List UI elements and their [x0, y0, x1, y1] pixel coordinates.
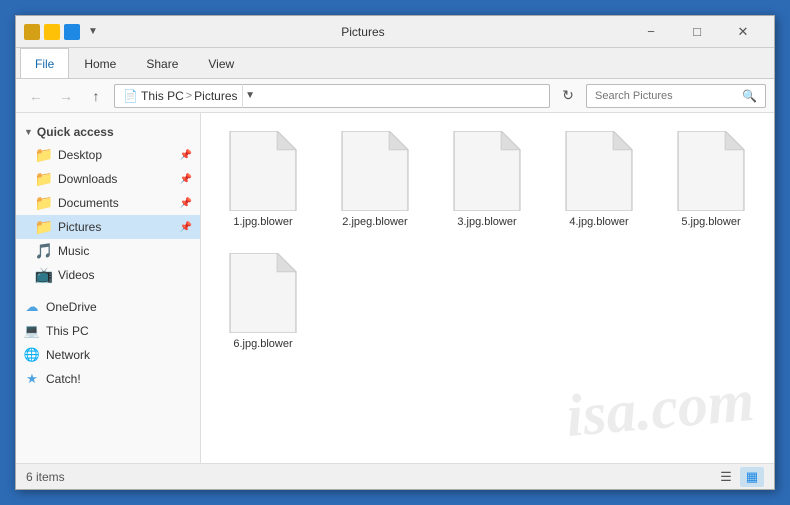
- pictures-folder-icon: 📁: [36, 219, 52, 235]
- title-bar: ▼ Pictures − □ ✕: [16, 16, 774, 48]
- address-dropdown: ▼: [242, 84, 258, 108]
- file-icon-1: [228, 131, 298, 211]
- view-grid-button[interactable]: ▦: [740, 467, 764, 487]
- quick-access-icon-3: [64, 24, 80, 40]
- downloads-pin-icon: 📌: [180, 174, 192, 185]
- sidebar-item-documents-label: Documents: [58, 196, 119, 210]
- refresh-button[interactable]: ↻: [556, 84, 580, 108]
- forward-button[interactable]: →: [54, 84, 78, 108]
- path-sep-1: >: [186, 90, 192, 102]
- sidebar-item-catch-label: Catch!: [46, 372, 81, 386]
- sidebar-item-onedrive-label: OneDrive: [46, 300, 97, 314]
- file-name-2: 2.jpeg.blower: [342, 215, 407, 229]
- status-item-count: 6 items: [26, 470, 714, 484]
- desktop-pin-icon: 📌: [180, 150, 192, 161]
- quick-access-chevron: ▼: [24, 127, 33, 137]
- file-name-5: 5.jpg.blower: [681, 215, 740, 229]
- back-button[interactable]: ←: [24, 84, 48, 108]
- file-name-1: 1.jpg.blower: [233, 215, 292, 229]
- watermark: isa.com: [563, 366, 757, 451]
- address-dropdown-btn[interactable]: ▼: [242, 84, 258, 108]
- sidebar-item-thispc[interactable]: 💻 This PC: [16, 319, 200, 343]
- sidebar-item-network-label: Network: [46, 348, 90, 362]
- quick-access-label: Quick access: [37, 125, 114, 139]
- tab-file[interactable]: File: [20, 48, 69, 78]
- desktop-folder-icon: 📁: [36, 147, 52, 163]
- file-icon-5: [676, 131, 746, 211]
- sidebar: ▼ Quick access 📁 Desktop 📌 📁 Downloads 📌…: [16, 113, 201, 463]
- minimize-button[interactable]: −: [628, 16, 674, 48]
- list-item[interactable]: 1.jpg.blower: [213, 125, 313, 235]
- up-button[interactable]: ↑: [84, 84, 108, 108]
- quick-access-icon-1: [24, 24, 40, 40]
- address-path-items: 📄 This PC > Pictures: [123, 89, 238, 103]
- catch-icon: ★: [24, 371, 40, 387]
- file-icon-6: [228, 253, 298, 333]
- videos-folder-icon: 📺: [36, 267, 52, 283]
- search-box: 🔍: [586, 84, 766, 108]
- sidebar-item-pictures[interactable]: 📁 Pictures 📌: [16, 215, 200, 239]
- sidebar-item-desktop[interactable]: 📁 Desktop 📌: [16, 143, 200, 167]
- sidebar-item-downloads[interactable]: 📁 Downloads 📌: [16, 167, 200, 191]
- list-item[interactable]: 5.jpg.blower: [661, 125, 761, 235]
- sidebar-item-downloads-label: Downloads: [58, 172, 117, 186]
- sidebar-section-quick-access[interactable]: ▼ Quick access: [16, 121, 200, 143]
- music-folder-icon: 🎵: [36, 243, 52, 259]
- tab-view[interactable]: View: [193, 48, 249, 78]
- tab-share[interactable]: Share: [131, 48, 193, 78]
- file-icon-4: [564, 131, 634, 211]
- address-bar: ← → ↑ 📄 This PC > Pictures ▼ ↻ 🔍: [16, 79, 774, 113]
- thispc-icon: 💻: [24, 323, 40, 339]
- address-path[interactable]: 📄 This PC > Pictures ▼: [114, 84, 550, 108]
- file-icon-3: [452, 131, 522, 211]
- file-name-4: 4.jpg.blower: [569, 215, 628, 229]
- sidebar-item-videos-label: Videos: [58, 268, 94, 282]
- title-controls: − □ ✕: [628, 16, 766, 48]
- documents-folder-icon: 📁: [36, 195, 52, 211]
- window-title: Pictures: [98, 25, 628, 39]
- view-list-button[interactable]: ☰: [714, 467, 738, 487]
- file-name-3: 3.jpg.blower: [457, 215, 516, 229]
- sidebar-item-thispc-label: This PC: [46, 324, 89, 338]
- sidebar-item-pictures-label: Pictures: [58, 220, 101, 234]
- file-name-6: 6.jpg.blower: [233, 337, 292, 351]
- main-content: ▼ Quick access 📁 Desktop 📌 📁 Downloads 📌…: [16, 113, 774, 463]
- quick-access-icon-2: [44, 24, 60, 40]
- file-grid: 1.jpg.blower 2.jpeg.blower: [213, 125, 762, 358]
- onedrive-icon: ☁: [24, 299, 40, 315]
- file-area: 1.jpg.blower 2.jpeg.blower: [201, 113, 774, 463]
- sidebar-item-desktop-label: Desktop: [58, 148, 102, 162]
- list-item[interactable]: 2.jpeg.blower: [325, 125, 425, 235]
- search-icon[interactable]: 🔍: [742, 89, 757, 103]
- path-item-pictures: Pictures: [194, 89, 237, 103]
- sidebar-item-videos[interactable]: 📺 Videos: [16, 263, 200, 287]
- list-item[interactable]: 6.jpg.blower: [213, 247, 313, 357]
- status-bar: 6 items ☰ ▦: [16, 463, 774, 489]
- sidebar-item-documents[interactable]: 📁 Documents 📌: [16, 191, 200, 215]
- pictures-pin-icon: 📌: [180, 222, 192, 233]
- sidebar-item-network[interactable]: 🌐 Network: [16, 343, 200, 367]
- path-item-thispc: 📄 This PC: [123, 89, 184, 103]
- list-item[interactable]: 4.jpg.blower: [549, 125, 649, 235]
- close-button[interactable]: ✕: [720, 16, 766, 48]
- network-icon: 🌐: [24, 347, 40, 363]
- documents-pin-icon: 📌: [180, 198, 192, 209]
- title-bar-quick-access: ▼: [24, 24, 98, 40]
- view-icons: ☰ ▦: [714, 467, 764, 487]
- file-icon-2: [340, 131, 410, 211]
- ribbon: File Home Share View: [16, 48, 774, 79]
- sidebar-item-catch[interactable]: ★ Catch!: [16, 367, 200, 391]
- list-item[interactable]: 3.jpg.blower: [437, 125, 537, 235]
- sidebar-item-onedrive[interactable]: ☁ OneDrive: [16, 295, 200, 319]
- downloads-folder-icon: 📁: [36, 171, 52, 187]
- explorer-window: ▼ Pictures − □ ✕ File Home Share View ← …: [15, 15, 775, 490]
- tab-home[interactable]: Home: [69, 48, 131, 78]
- search-input[interactable]: [595, 90, 738, 102]
- quick-access-arrow[interactable]: ▼: [88, 26, 98, 37]
- sidebar-item-music[interactable]: 🎵 Music: [16, 239, 200, 263]
- sidebar-item-music-label: Music: [58, 244, 89, 258]
- ribbon-tabs: File Home Share View: [16, 48, 774, 78]
- maximize-button[interactable]: □: [674, 16, 720, 48]
